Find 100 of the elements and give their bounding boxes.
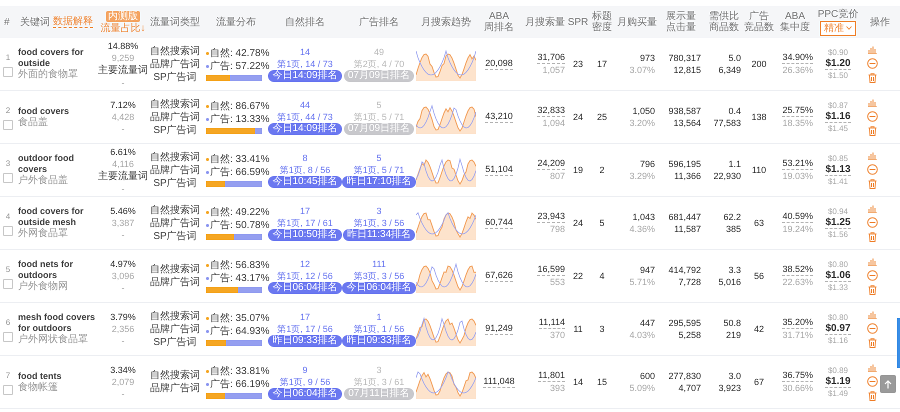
row-checkbox[interactable] <box>3 332 13 342</box>
ad-share: 广告: 50.78% <box>210 219 270 232</box>
scrollbar-thumb[interactable] <box>897 318 900 368</box>
natural-share: 自然: 49.22% <box>210 206 270 219</box>
keyword-translation: 食物帐篷 <box>18 382 58 394</box>
spr-value: 19 <box>572 165 583 175</box>
ad-share: 广告: 43.17% <box>210 272 270 285</box>
keyword-text[interactable]: food covers for outside mesh <box>18 206 100 228</box>
aba-concentration: 40.59% <box>782 211 813 223</box>
impressions: 414,792 <box>668 264 701 276</box>
traffic-count: 3,387 <box>112 217 134 229</box>
impressions: 681,447 <box>668 211 701 223</box>
rank-time-badge: 昨日11:34排名 <box>342 229 416 241</box>
bar-chart-icon[interactable] <box>868 204 876 212</box>
product-count: 77,583 <box>713 117 741 129</box>
ppc-low: $0.87 <box>828 100 848 111</box>
bar-chart-icon[interactable] <box>868 364 876 372</box>
keyword-text[interactable]: outdoor food covers <box>18 153 100 175</box>
keyword-text[interactable]: food covers <box>18 106 70 116</box>
ad-product-count: 138 <box>751 112 767 122</box>
caret-icon[interactable] <box>846 26 852 30</box>
beta-badge: 内测版 <box>106 10 140 22</box>
aba-concentration-sub: 30.66% <box>782 382 813 394</box>
minus-circle-icon[interactable] <box>866 270 878 280</box>
bar-chart-icon[interactable] <box>868 258 876 266</box>
monthly-searches: 31,706 <box>537 52 565 64</box>
monthly-searches: 24,209 <box>537 158 565 170</box>
monthly-searches: 11,801 <box>538 370 565 382</box>
keyword-text[interactable]: food nets for outdoors <box>18 259 100 281</box>
minus-circle-icon[interactable] <box>866 216 878 228</box>
product-count: 6,349 <box>718 64 741 76</box>
empty-value: - <box>122 388 124 400</box>
ppc-low: $0.85 <box>828 153 848 164</box>
column-header: 标题 密度 <box>592 11 612 33</box>
natural-share: 自然: 33.41% <box>210 153 270 166</box>
minus-circle-icon[interactable] <box>866 164 878 174</box>
keyword-text[interactable]: food covers for outside <box>18 47 100 69</box>
row-checkbox[interactable] <box>3 172 13 182</box>
delete-icon[interactable] <box>868 232 876 242</box>
minus-circle-icon[interactable] <box>866 376 878 386</box>
keyword-translation: 户外食物网 <box>18 281 68 293</box>
bar-chart-icon[interactable] <box>868 46 876 54</box>
searches-sub-value: 1,094 <box>542 117 565 129</box>
ppc-bid: $1.16 <box>825 111 851 123</box>
aba-concentration: 38.52% <box>782 264 813 276</box>
ppc-low: $0.80 <box>828 312 848 323</box>
delete-icon[interactable] <box>868 72 876 82</box>
rank-number: 12 <box>300 258 310 270</box>
column-header: 流量分布 <box>216 16 256 28</box>
minus-circle-icon[interactable] <box>866 322 878 334</box>
row-checkbox[interactable] <box>3 66 13 76</box>
delete-icon[interactable] <box>868 178 876 188</box>
aba-concentration: 53.21% <box>782 158 813 170</box>
column-header: # <box>4 16 10 28</box>
keyword-text[interactable]: mesh food covers for outdoors <box>18 312 100 334</box>
row-number: 5 <box>6 264 10 276</box>
natural-share: 自然: 42.78% <box>210 47 270 60</box>
delete-icon[interactable] <box>868 284 876 294</box>
spr-value: 23 <box>572 59 583 69</box>
purchase-rate: 5.09% <box>629 382 655 394</box>
delete-icon[interactable] <box>868 390 876 400</box>
delete-icon[interactable] <box>868 126 876 136</box>
keyword-text[interactable]: food tents <box>18 370 62 382</box>
delete-icon[interactable] <box>868 338 876 348</box>
row-checkbox[interactable] <box>3 120 13 130</box>
searches-sub-value: 798 <box>550 223 565 235</box>
spr-value: 24 <box>572 112 583 122</box>
searches-sub-value: 807 <box>550 170 565 182</box>
clicks: 13,564 <box>673 117 701 129</box>
minus-circle-icon[interactable] <box>866 58 878 68</box>
row-checkbox[interactable] <box>3 226 13 236</box>
minus-circle-icon[interactable] <box>866 110 878 122</box>
traffic-count: 4,116 <box>112 158 134 170</box>
rank-number: 3 <box>376 364 382 376</box>
keyword-type: 自然搜索词 <box>150 150 200 164</box>
rank-time-badge: 今日06:04排名 <box>342 282 416 294</box>
column-header: 流量词类型 <box>150 16 200 28</box>
aba-rank: 20,098 <box>485 58 513 70</box>
empty-value: - <box>122 282 124 294</box>
keyword-type: SP广告词 <box>153 70 197 84</box>
product-count: 5,016 <box>718 276 741 288</box>
aba-rank: 43,210 <box>485 111 513 123</box>
bar-chart-icon[interactable] <box>868 152 876 160</box>
row-checkbox[interactable] <box>3 278 13 288</box>
product-count: 22,930 <box>713 170 741 182</box>
supply-ratio: 0.4 <box>728 105 741 117</box>
bar-chart-icon[interactable] <box>868 310 876 318</box>
rank-number: 111 <box>372 258 386 270</box>
bar-chart-icon[interactable] <box>868 98 876 106</box>
keyword-type: 自然搜索词 <box>150 263 200 276</box>
keyword-type: 自然搜索词 <box>150 98 200 110</box>
aba-concentration-sub: 31.71% <box>782 329 813 341</box>
legend-dot <box>206 211 209 214</box>
rank-position: 第1页, 3 / 56 <box>354 217 404 229</box>
column-header: 需供比 商品数 <box>709 11 739 33</box>
monthly-purchases: 1,050 <box>632 105 655 117</box>
back-to-top-button[interactable] <box>880 375 896 393</box>
rank-position: 第1页, 17 / 61 <box>277 217 333 229</box>
row-checkbox[interactable] <box>3 384 13 394</box>
legend-dot <box>206 330 209 333</box>
